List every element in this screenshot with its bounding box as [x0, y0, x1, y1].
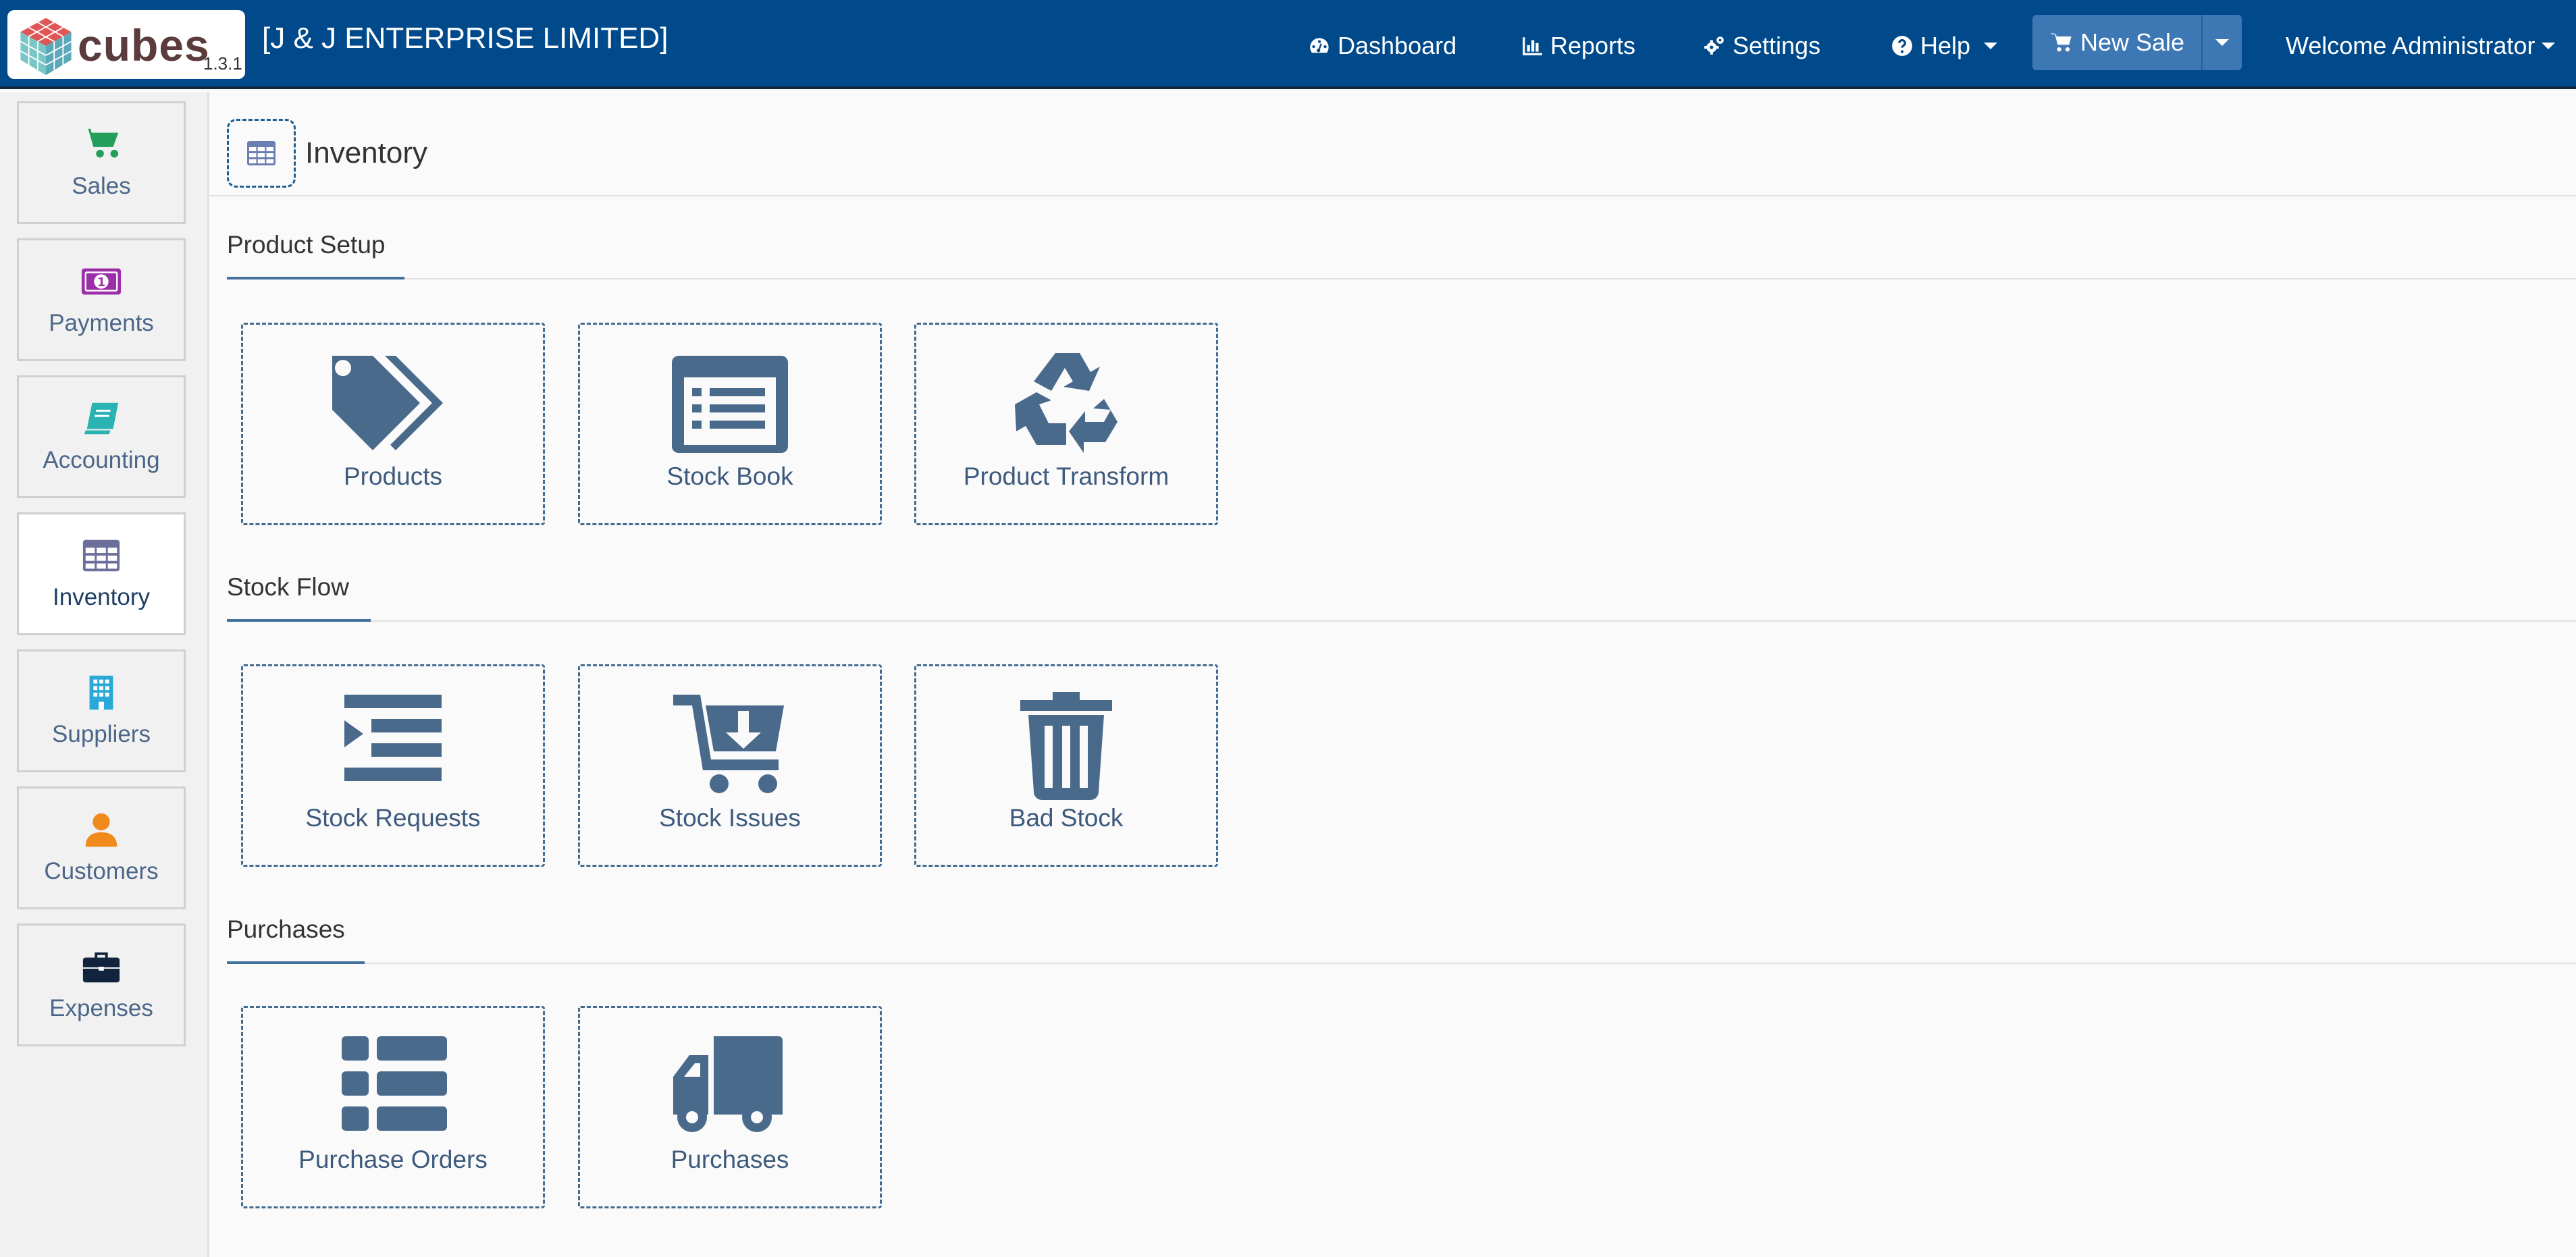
section-title-product-setup: Product Setup [227, 231, 386, 259]
user-icon [85, 813, 117, 847]
trash-icon [1020, 692, 1112, 800]
section-divider [227, 278, 2576, 279]
indent-icon [344, 695, 442, 781]
tile-label: Purchases [671, 1146, 789, 1173]
money-icon: 1 [81, 268, 122, 295]
th-list-icon [342, 1036, 447, 1131]
section-divider [227, 963, 2576, 964]
sidebar-item-customers[interactable]: Customers [17, 786, 186, 909]
new-sale-button-group: New Sale [2032, 15, 2242, 70]
sidebar-item-label: Inventory [53, 584, 150, 610]
chevron-down-icon [2215, 39, 2229, 46]
tile-stock-book[interactable]: Stock Book [578, 323, 882, 525]
header-divider [209, 195, 2576, 196]
nav-help[interactable]: Help [1891, 27, 1998, 65]
new-sale-button[interactable]: New Sale [2032, 15, 2203, 70]
chevron-down-icon [1984, 43, 1998, 49]
nav-help-label: Help [1920, 32, 1971, 59]
tile-label: Stock Book [666, 462, 793, 490]
building-icon [89, 675, 113, 710]
tile-purchases[interactable]: Purchases [578, 1006, 882, 1208]
app-logo[interactable]: cubes 1.3.1 [7, 10, 245, 79]
tile-stock-requests[interactable]: Stock Requests [241, 664, 545, 867]
new-sale-label: New Sale [2080, 28, 2185, 56]
sidebar-item-sales[interactable]: Sales [17, 101, 186, 224]
section-underline [227, 961, 365, 964]
top-navbar: cubes 1.3.1 [J & J ENTERPRISE LIMITED] D… [0, 0, 2576, 89]
tile-label: Purchase Orders [298, 1146, 488, 1173]
tile-label: Products [343, 462, 442, 490]
list-alt-icon [672, 356, 788, 453]
sidebar-item-label: Sales [72, 173, 131, 199]
table-icon [247, 141, 275, 165]
cart-icon [2051, 33, 2072, 52]
table-icon [82, 539, 120, 572]
company-name: [J & J ENTERPRISE LIMITED] [262, 22, 668, 55]
logo-wordmark: cubes [78, 20, 210, 70]
recycle-icon [1015, 353, 1118, 453]
sidebar-item-label: Suppliers [52, 721, 151, 747]
nav-reports[interactable]: Reports [1521, 27, 1635, 65]
section-title-purchases: Purchases [227, 915, 345, 943]
gears-icon [1704, 36, 1724, 55]
briefcase-icon [82, 952, 120, 983]
truck-icon [673, 1036, 783, 1132]
section-underline [227, 277, 404, 279]
tile-label: Stock Issues [659, 804, 801, 832]
tile-label: Product Transform [963, 462, 1169, 490]
nav-reports-label: Reports [1550, 32, 1636, 59]
new-sale-dropdown-toggle[interactable] [2203, 15, 2242, 70]
question-circle-icon [1892, 36, 1912, 56]
chevron-down-icon [2542, 43, 2556, 49]
nav-settings-label: Settings [1733, 32, 1821, 59]
sidebar-item-expenses[interactable]: Expenses [17, 924, 186, 1046]
cube-logo-icon [20, 18, 72, 76]
sidebar: Sales 1 Payments Accounting Inventory Su… [0, 92, 209, 1257]
tile-purchase-orders[interactable]: Purchase Orders [241, 1006, 545, 1208]
nav-dashboard[interactable]: Dashboard [1308, 27, 1456, 65]
app-version: 1.3.1 [203, 53, 242, 74]
tags-icon [332, 356, 443, 450]
tile-bad-stock[interactable]: Bad Stock [914, 664, 1218, 867]
tile-label: Bad Stock [1009, 804, 1124, 832]
sidebar-item-label: Payments [49, 310, 154, 336]
sidebar-item-label: Accounting [43, 447, 160, 473]
sidebar-item-inventory[interactable]: Inventory [17, 512, 186, 635]
cart-icon [81, 128, 119, 158]
nav-settings[interactable]: Settings [1703, 27, 1820, 65]
tile-product-transform[interactable]: Product Transform [914, 323, 1218, 525]
bar-chart-icon [1523, 37, 1542, 55]
sidebar-item-payments[interactable]: 1 Payments [17, 238, 186, 361]
sidebar-item-suppliers[interactable]: Suppliers [17, 649, 186, 772]
book-icon [84, 402, 119, 435]
section-underline [227, 619, 371, 622]
user-menu-label: Welcome Administrator [2286, 32, 2535, 59]
tile-stock-issues[interactable]: Stock Issues [578, 664, 882, 867]
page-icon-frame [227, 119, 296, 188]
section-title-stock-flow: Stock Flow [227, 573, 349, 601]
user-menu[interactable]: Welcome Administrator [2286, 27, 2556, 65]
svg-text:1: 1 [97, 276, 105, 290]
page-title: Inventory [305, 136, 427, 169]
sidebar-item-accounting[interactable]: Accounting [17, 375, 186, 498]
nav-dashboard-label: Dashboard [1338, 32, 1457, 59]
dashboard-icon [1310, 38, 1329, 53]
sidebar-item-label: Customers [44, 858, 159, 884]
tile-products[interactable]: Products [241, 323, 545, 525]
tile-label: Stock Requests [305, 804, 481, 832]
sidebar-item-label: Expenses [49, 995, 153, 1021]
section-divider [227, 620, 2576, 622]
cart-arrow-down-icon [673, 695, 784, 793]
